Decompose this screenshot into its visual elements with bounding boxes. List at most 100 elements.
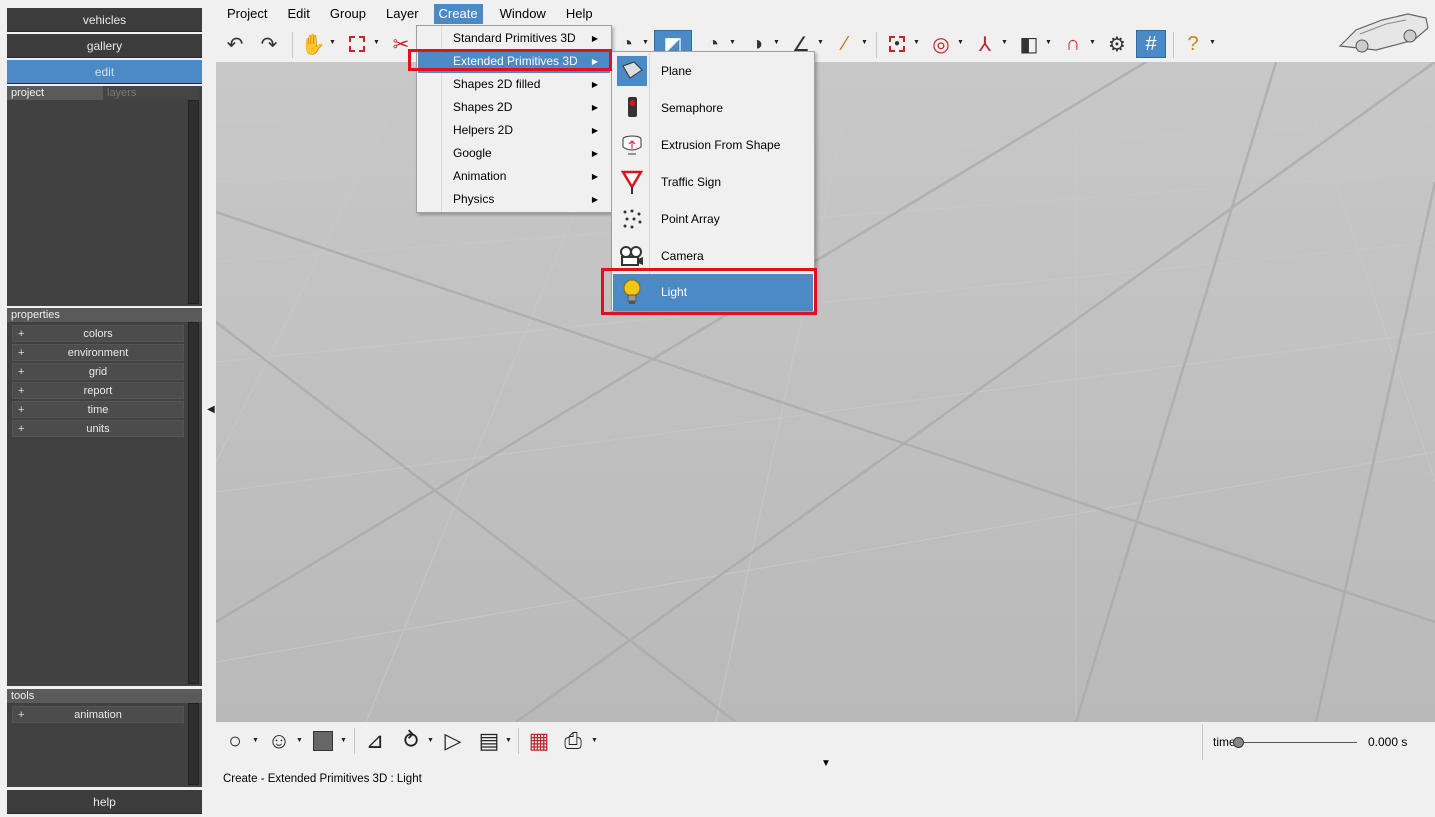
settings-gear-icon[interactable]: ⚙ — [1102, 30, 1132, 58]
property-grid[interactable]: + grid — [12, 363, 184, 380]
chevron-down-icon[interactable]: ▼ — [373, 39, 380, 46]
menu-group[interactable]: Group — [319, 4, 375, 24]
undo-icon[interactable]: ↶ — [220, 30, 250, 58]
menu-item-plane[interactable]: Plane — [613, 53, 813, 90]
property-colors[interactable]: + colors — [12, 325, 184, 342]
select-rectangle-icon[interactable] — [342, 30, 372, 58]
chevron-down-icon[interactable]: ▼ — [591, 737, 598, 744]
menu-item-helpers-2d[interactable]: Helpers 2D ▶ — [418, 119, 610, 142]
magnet-icon[interactable]: ∩ — [1058, 30, 1088, 58]
print-icon[interactable]: ⎙ — [558, 726, 588, 756]
expand-icon: + — [18, 347, 25, 359]
collapse-panel-arrow-icon[interactable]: ◀ — [207, 404, 215, 415]
menu-item-shapes-2d[interactable]: Shapes 2D ▶ — [418, 96, 610, 119]
animation-path-icon[interactable]: ⥁ — [396, 726, 426, 756]
render-icon[interactable]: ▤ — [474, 726, 504, 756]
chevron-down-icon[interactable]: ▼ — [1001, 39, 1008, 46]
property-report[interactable]: + report — [12, 382, 184, 399]
expand-icon: + — [18, 385, 25, 397]
tab-project[interactable]: project — [7, 86, 103, 100]
tape-measure-icon[interactable]: ⁄ — [830, 30, 860, 58]
semaphore-icon — [617, 93, 647, 123]
chevron-down-icon[interactable]: ▼ — [957, 39, 964, 46]
chevron-down-icon[interactable]: ▼ — [296, 737, 303, 744]
menu-item-shapes-2d-filled[interactable]: Shapes 2D filled ▶ — [418, 73, 610, 96]
axis-icon[interactable]: ⅄ — [970, 30, 1000, 58]
submenu-arrow-icon: ▶ — [591, 195, 598, 204]
highlight-box-light — [601, 268, 817, 315]
chevron-down-icon[interactable]: ▼ — [505, 737, 512, 744]
menu-item-extrusion-from-shape[interactable]: Extrusion From Shape — [613, 127, 813, 164]
chevron-down-icon[interactable]: ▼ — [817, 39, 824, 46]
highlight-box-extended-primitives — [408, 49, 612, 71]
sphere-icon[interactable]: ○ — [220, 726, 250, 756]
report-icon[interactable]: ▦ — [524, 726, 554, 756]
menu-item-point-array[interactable]: Point Array — [613, 201, 813, 238]
time-slider-track[interactable] — [1239, 742, 1357, 743]
menu-item-semaphore[interactable]: Semaphore — [613, 90, 813, 127]
menu-item-physics[interactable]: Physics ▶ — [418, 188, 610, 211]
menu-item-google[interactable]: Google ▶ — [418, 142, 610, 165]
help-button[interactable]: help — [7, 790, 202, 814]
property-units[interactable]: + units — [12, 420, 184, 437]
chevron-down-icon[interactable]: ▼ — [1089, 39, 1096, 46]
submenu-arrow-icon: ▶ — [591, 34, 598, 43]
expand-icon: + — [18, 423, 25, 435]
menu-item-traffic-sign[interactable]: Traffic Sign — [613, 164, 813, 201]
tool-animation[interactable]: + animation — [12, 706, 184, 723]
target-icon[interactable]: ◎ — [926, 30, 956, 58]
snap-point-icon[interactable]: ● — [882, 30, 912, 58]
menu-item-label: Shapes 2D — [453, 100, 513, 114]
tools-panel: tools + animation — [7, 689, 202, 787]
menu-window[interactable]: Window — [489, 4, 555, 24]
3d-viewport[interactable] — [216, 62, 1435, 722]
chevron-down-icon[interactable]: ▼ — [773, 39, 780, 46]
menu-edit[interactable]: Edit — [276, 4, 318, 24]
submenu-arrow-icon: ▶ — [591, 80, 598, 89]
menu-layer[interactable]: Layer — [375, 4, 428, 24]
head-avatar-icon[interactable]: ☺ — [264, 726, 294, 756]
chevron-down-icon[interactable]: ▼ — [729, 39, 736, 46]
menu-create[interactable]: Create — [433, 4, 483, 24]
pan-hand-icon[interactable]: ✋ — [298, 30, 328, 58]
chevron-down-icon[interactable]: ▼ — [340, 737, 347, 744]
expand-icon: + — [18, 404, 25, 416]
help-icon[interactable]: ? — [1178, 30, 1208, 58]
graph-icon[interactable]: ⊿ — [360, 726, 390, 756]
chevron-down-icon[interactable]: ▼ — [642, 39, 649, 46]
tab-layers[interactable]: layers — [103, 86, 199, 100]
grid-toggle-icon[interactable]: # — [1136, 30, 1166, 58]
chevron-down-icon[interactable]: ▼ — [252, 737, 259, 744]
property-time[interactable]: + time — [12, 401, 184, 418]
time-slider-handle[interactable] — [1233, 737, 1244, 748]
chevron-down-icon[interactable]: ▼ — [329, 39, 336, 46]
material-square-icon[interactable] — [308, 726, 338, 756]
time-value: 0.000 s — [1368, 735, 1408, 749]
chevron-down-icon[interactable]: ▼ — [913, 39, 920, 46]
traffic-sign-icon — [617, 167, 647, 197]
tool-label: animation — [74, 709, 122, 721]
property-label: environment — [67, 347, 129, 359]
property-label: colors — [83, 328, 113, 340]
edit-button[interactable]: edit — [7, 60, 202, 84]
expand-down-arrow-icon[interactable]: ▼ — [821, 758, 831, 769]
tools-scrollbar[interactable] — [188, 703, 199, 785]
menu-item-standard-primitives-3d[interactable]: Standard Primitives 3D ▶ — [418, 27, 610, 50]
camera-icon — [617, 241, 647, 271]
properties-scrollbar[interactable] — [188, 322, 199, 684]
chevron-down-icon[interactable]: ▼ — [1045, 39, 1052, 46]
align-icon[interactable]: ◧ — [1014, 30, 1044, 58]
menu-project[interactable]: Project — [216, 4, 276, 24]
chevron-down-icon[interactable]: ▼ — [427, 737, 434, 744]
menu-help[interactable]: Help — [555, 4, 602, 24]
redo-icon[interactable]: ↷ — [254, 30, 284, 58]
project-scrollbar[interactable] — [188, 100, 199, 304]
menu-item-animation[interactable]: Animation ▶ — [418, 165, 610, 188]
gallery-button[interactable]: gallery — [7, 34, 202, 58]
chevron-down-icon[interactable]: ▼ — [1209, 39, 1216, 46]
vehicles-button[interactable]: vehicles — [7, 8, 202, 32]
property-environment[interactable]: + environment — [12, 344, 184, 361]
play-icon[interactable]: ▷ — [438, 726, 468, 756]
toolbar-separator — [354, 728, 355, 754]
chevron-down-icon[interactable]: ▼ — [861, 39, 868, 46]
